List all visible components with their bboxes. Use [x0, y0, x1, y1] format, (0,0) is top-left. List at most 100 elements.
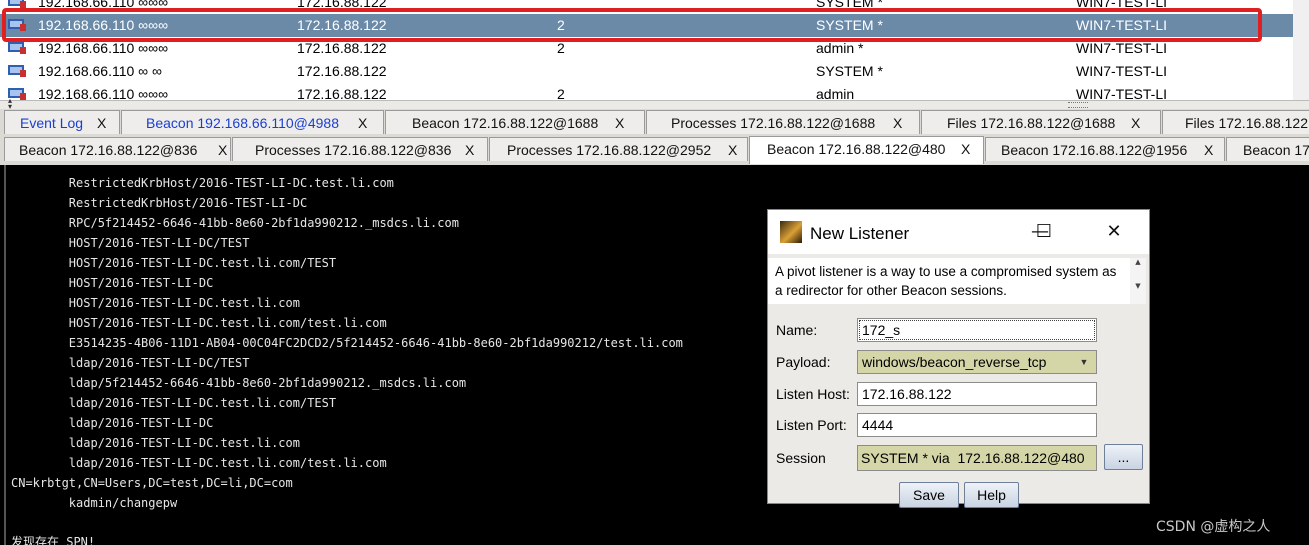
name-label: Name: — [776, 322, 818, 338]
tab-close-icon[interactable]: X — [893, 115, 902, 131]
session-row[interactable]: 192.168.66.110 ∞∞∞ 172.16.88.122 2 admin… — [0, 37, 1309, 60]
console-line: ldap/2016-TEST-LI-DC — [11, 416, 214, 430]
tab-close-icon[interactable]: X — [1204, 142, 1213, 158]
tab-label: Processes 172.16.88.122@836 — [255, 142, 452, 158]
external-ip: 192.168.66.110 ∞∞∞ — [38, 40, 169, 56]
description-scrollbar[interactable]: ▲ ▼ — [1130, 258, 1146, 304]
new-listener-dialog: New Listener — ☐ ✕ A pivot listener is a… — [767, 209, 1150, 508]
dialog-titlebar[interactable]: New Listener — ☐ ✕ — [768, 210, 1149, 254]
tab-beacon-480-active[interactable]: Beacon 172.16.88.122@480 X — [749, 136, 984, 164]
tab-close-icon[interactable]: X — [961, 141, 970, 157]
tab-files-1688[interactable]: Files 172.16.88.122@1688 X — [921, 110, 1161, 134]
pane-splitter[interactable]: ▴ ▾ — [0, 97, 1309, 111]
external-ip: 192.168.66.110 ∞∞∞ — [38, 17, 169, 33]
app-icon — [780, 221, 802, 243]
console-line: RPC/5f214452-6646-41bb-8e60-2bf1da990212… — [11, 216, 459, 230]
tab-close-icon[interactable]: X — [728, 142, 737, 158]
computer-icon — [7, 0, 27, 9]
dialog-body: A pivot listener is a way to use a compr… — [768, 254, 1149, 508]
session-row[interactable]: 192.168.66.110 ∞∞∞ 172.16.88.122 SYSTEM … — [0, 0, 1309, 14]
tab-label: Files 172.16.88.122 — [1185, 115, 1308, 131]
watermark: CSDN @虚构之人 — [1156, 519, 1271, 535]
console-line: CN=krbtgt,CN=Users,DC=test,DC=li,DC=com — [11, 476, 293, 490]
internal-ip: 172.16.88.122 — [297, 40, 387, 56]
console-line: ldap/2016-TEST-LI-DC.test.li.com/TEST — [11, 396, 337, 410]
console-line: HOST/2016-TEST-LI-DC/TEST — [11, 236, 250, 250]
console-line: E3514235-4B06-11D1-AB04-00C04FC2DCD2/5f2… — [11, 336, 683, 350]
tab-label: Beacon 172.16.88.122@836 — [19, 142, 198, 158]
save-button[interactable]: Save — [899, 482, 959, 508]
computer: WIN7-TEST-LI — [1076, 0, 1168, 10]
computer: WIN7-TEST-LI — [1076, 63, 1168, 79]
internal-ip: 172.16.88.122 — [297, 0, 387, 10]
browse-session-button[interactable]: ... — [1104, 444, 1143, 470]
tab-files-cut[interactable]: Files 172.16.88.122 — [1162, 110, 1309, 134]
session-field[interactable]: SYSTEM * via 172.16.88.122@480 — [857, 445, 1097, 471]
listen-port-input[interactable]: 4444 — [857, 413, 1097, 437]
tab-beacon-1688[interactable]: Beacon 172.16.88.122@1688 X — [385, 110, 645, 134]
console-line: RestrictedKrbHost/2016-TEST-LI-DC — [11, 196, 308, 210]
close-icon[interactable]: ✕ — [1099, 219, 1129, 245]
description-text: A pivot listener is a way to use a compr… — [768, 258, 1130, 304]
tab-label: Event Log — [20, 115, 84, 131]
dialog-title: New Listener — [810, 224, 910, 243]
tab-row-1: Event Log X Beacon 192.168.66.110@4988 X… — [0, 109, 1309, 136]
tab-label: Beacon 17 — [1243, 142, 1309, 158]
internal-ip: 172.16.88.122 — [297, 17, 387, 33]
tab-label: Beacon 172.16.88.122@1956 — [1001, 142, 1188, 158]
computer: WIN7-TEST-LI — [1076, 40, 1168, 56]
payload-label: Payload: — [776, 354, 831, 370]
session-row-selected[interactable]: 192.168.66.110 ∞∞∞ 172.16.88.122 2 SYSTE… — [0, 14, 1309, 37]
tab-close-icon[interactable]: X — [218, 142, 227, 158]
computer-icon — [7, 18, 27, 32]
help-button[interactable]: Help — [964, 482, 1019, 508]
tab-beacon-4988[interactable]: Beacon 192.168.66.110@4988 X — [121, 110, 384, 134]
console-line: kadmin/changepw — [11, 496, 178, 510]
tab-close-icon[interactable]: X — [615, 115, 624, 131]
tab-beacon-836[interactable]: Beacon 172.16.88.122@836 X — [4, 137, 231, 161]
console-line: HOST/2016-TEST-LI-DC — [11, 276, 214, 290]
tab-event-log[interactable]: Event Log X — [4, 110, 120, 134]
tab-processes-1688[interactable]: Processes 172.16.88.122@1688 X — [646, 110, 920, 134]
tab-beacon-1956[interactable]: Beacon 172.16.88.122@1956 X — [985, 137, 1225, 161]
session-row[interactable]: 192.168.66.110 ∞ ∞ 172.16.88.122 SYSTEM … — [0, 60, 1309, 83]
user: SYSTEM * — [816, 63, 883, 79]
console-line: HOST/2016-TEST-LI-DC.test.li.com/test.li… — [11, 316, 387, 330]
tab-label: Processes 172.16.88.122@1688 — [671, 115, 876, 131]
tab-close-icon[interactable]: X — [1131, 115, 1140, 131]
console-line: 发现存在 SPN! — [11, 535, 96, 545]
splitter-grip-icon[interactable] — [1068, 102, 1088, 108]
tab-beacon-cut[interactable]: Beacon 17 — [1226, 137, 1309, 161]
computer: WIN7-TEST-LI — [1076, 17, 1168, 33]
payload-value: windows/beacon_reverse_tcp — [862, 354, 1047, 370]
maximize-icon[interactable]: ☐ — [1029, 219, 1059, 245]
table-scrollbar[interactable] — [1293, 0, 1309, 102]
tab-close-icon[interactable]: X — [465, 142, 474, 158]
computer-icon — [7, 64, 27, 78]
tab-label: Beacon 192.168.66.110@4988 — [146, 115, 340, 131]
listen-host-label: Listen Host: — [776, 386, 850, 402]
external-ip: 192.168.66.110 ∞∞∞ — [38, 0, 169, 10]
chevron-down-icon[interactable]: ▼ — [1076, 353, 1092, 371]
console-line: ldap/5f214452-6646-41bb-8e60-2bf1da99021… — [11, 376, 467, 390]
console-line: HOST/2016-TEST-LI-DC.test.li.com — [11, 296, 300, 310]
tab-processes-836[interactable]: Processes 172.16.88.122@836 X — [232, 137, 488, 161]
console-line: HOST/2016-TEST-LI-DC.test.li.com/TEST — [11, 256, 337, 270]
console-line: ldap/2016-TEST-LI-DC.test.li.com — [11, 436, 300, 450]
tab-label: Files 172.16.88.122@1688 — [947, 115, 1116, 131]
payload-select[interactable]: windows/beacon_reverse_tcp ▼ — [857, 350, 1097, 374]
listen-port-label: Listen Port: — [776, 417, 847, 433]
computer-icon — [7, 41, 27, 55]
tab-label: Processes 172.16.88.122@2952 — [507, 142, 712, 158]
name-input[interactable]: 172_s — [857, 318, 1097, 342]
tab-close-icon[interactable]: X — [358, 115, 367, 131]
tab-label: Beacon 172.16.88.122@1688 — [412, 115, 599, 131]
user: admin * — [816, 40, 864, 56]
pid: 2 — [557, 17, 565, 33]
session-label: Session — [776, 450, 826, 466]
console-line: RestrictedKrbHost/2016-TEST-LI-DC.test.l… — [11, 176, 394, 190]
listen-host-input[interactable]: 172.16.88.122 — [857, 382, 1097, 406]
tab-processes-2952[interactable]: Processes 172.16.88.122@2952 X — [489, 137, 748, 161]
internal-ip: 172.16.88.122 — [297, 63, 387, 79]
tab-close-icon[interactable]: X — [97, 115, 106, 131]
